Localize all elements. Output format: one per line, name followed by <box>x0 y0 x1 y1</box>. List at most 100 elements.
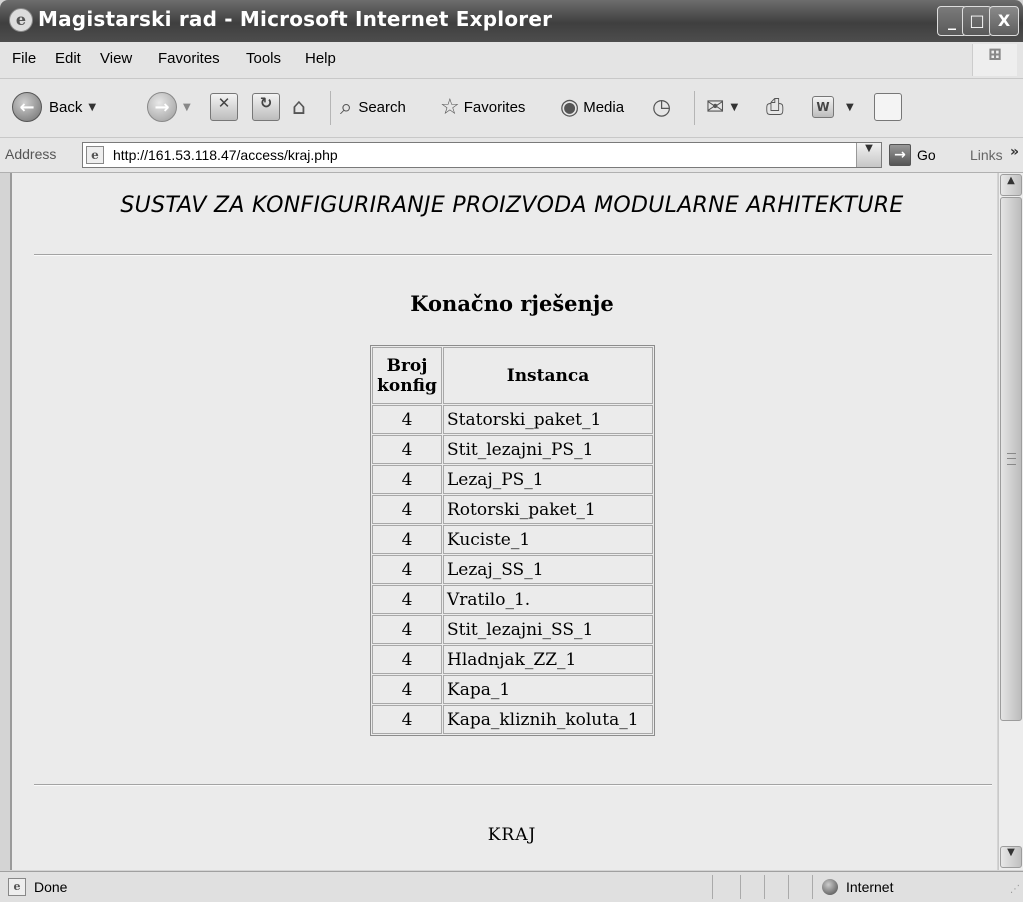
instanca-cell: Statorski_paket_1 <box>443 405 653 434</box>
refresh-icon: ↻ <box>252 93 280 121</box>
forward-arrow-icon: → <box>147 92 177 122</box>
search-button[interactable]: ⌕ Search <box>340 88 406 126</box>
history-icon: ◷ <box>652 94 672 120</box>
column-header-instanca: Instanca <box>443 347 653 404</box>
menu-favorites[interactable]: Favorites <box>158 50 220 67</box>
results-table: Broj konfig Instanca 4 Statorski_paket_1 4 S… <box>370 345 655 736</box>
security-zone: Internet <box>822 879 893 895</box>
scroll-up-icon[interactable]: ▲ <box>1000 174 1022 196</box>
instanca-cell: Vratilo_1. <box>443 585 653 614</box>
instanca-cell: Lezaj_SS_1 <box>443 555 653 584</box>
vertical-scrollbar[interactable]: ▲ ▼ <box>998 173 1023 870</box>
links-toolbar[interactable]: Links <box>970 147 1003 163</box>
back-dropdown-icon[interactable]: ▼ <box>88 102 96 113</box>
stop-button[interactable]: ✕ <box>210 88 238 126</box>
globe-icon <box>822 879 838 895</box>
back-arrow-icon: ← <box>12 92 42 122</box>
address-url[interactable]: http://161.53.118.47/access/kraj.php <box>113 147 338 163</box>
home-icon: ⌂ <box>292 94 306 120</box>
browser-window: e Magistarski rad - Microsoft Internet E… <box>0 0 1023 902</box>
table-row: 4 Hladnjak_ZZ_1 <box>372 645 653 674</box>
back-button[interactable]: ← Back ▼ <box>12 88 96 126</box>
edit-dropdown-icon[interactable]: ▼ <box>846 102 854 113</box>
table-row: 4 Stit_lezajni_SS_1 <box>372 615 653 644</box>
menu-file[interactable]: File <box>12 50 36 67</box>
search-label: Search <box>358 98 406 116</box>
instanca-cell: Stit_lezajni_SS_1 <box>443 615 653 644</box>
history-button[interactable]: ◷ <box>652 88 671 126</box>
mail-button[interactable]: ✉ ▼ <box>706 88 738 126</box>
links-chevron-icon[interactable]: » <box>1010 144 1019 160</box>
windows-flag-icon: ⊞ <box>972 44 1017 76</box>
mail-dropdown-icon[interactable]: ▼ <box>730 102 738 113</box>
forward-dropdown-icon[interactable]: ▼ <box>183 102 191 113</box>
horizontal-rule <box>34 254 992 256</box>
table-row: 4 Stit_lezajni_PS_1 <box>372 435 653 464</box>
address-input[interactable]: e http://161.53.118.47/access/kraj.php ▼ <box>82 142 882 168</box>
table-row: 4 Lezaj_PS_1 <box>372 465 653 494</box>
broj-konfig-cell: 4 <box>372 555 442 584</box>
status-pane-divider <box>812 875 813 899</box>
media-button[interactable]: ◉ Media <box>560 88 624 126</box>
menu-edit[interactable]: Edit <box>55 50 81 67</box>
go-button[interactable]: → Go <box>889 142 936 168</box>
home-button[interactable]: ⌂ <box>292 88 306 126</box>
favorites-label: Favorites <box>463 98 526 116</box>
column-header-broj: Broj konfig <box>372 347 442 404</box>
table-row: 4 Kuciste_1 <box>372 525 653 554</box>
menu-bar: File Edit View Favorites Tools Help ⊞ <box>0 42 1023 79</box>
address-dropdown-icon[interactable]: ▼ <box>856 143 881 167</box>
go-arrow-icon: → <box>889 144 911 166</box>
menu-view[interactable]: View <box>100 50 132 67</box>
grip-icon <box>1007 453 1016 465</box>
address-label: Address <box>5 146 57 162</box>
menu-tools[interactable]: Tools <box>246 50 281 67</box>
edit-button[interactable]: W ▼ <box>812 88 854 126</box>
star-icon: ☆ <box>440 94 460 120</box>
forward-button[interactable]: → ▼ <box>147 88 191 126</box>
mail-icon: ✉ <box>706 94 725 120</box>
status-pane-divider <box>712 875 713 899</box>
scroll-down-icon[interactable]: ▼ <box>1000 846 1022 868</box>
maximize-button[interactable]: □ <box>962 6 992 36</box>
favorites-button[interactable]: ☆ Favorites <box>440 88 525 126</box>
table-row: 4 Statorski_paket_1 <box>372 405 653 434</box>
stop-icon: ✕ <box>210 93 238 121</box>
instanca-cell: Kuciste_1 <box>443 525 653 554</box>
print-button[interactable]: ⎙ <box>766 88 784 126</box>
broj-konfig-cell: 4 <box>372 465 442 494</box>
menu-help[interactable]: Help <box>305 50 336 67</box>
address-bar: Address e http://161.53.118.47/access/kr… <box>0 138 1023 173</box>
broj-konfig-cell: 4 <box>372 705 442 734</box>
page-icon: e <box>86 146 104 164</box>
status-pane-divider <box>740 875 741 899</box>
discuss-button[interactable] <box>874 88 902 126</box>
broj-konfig-cell: 4 <box>372 645 442 674</box>
status-pane-divider <box>764 875 765 899</box>
page-heading: SUSTAV ZA KONFIGURIRANJE PROIZVODA MODUL… <box>120 193 904 218</box>
back-label: Back <box>49 98 83 116</box>
broj-konfig-cell: 4 <box>372 435 442 464</box>
toolbar-separator <box>330 91 331 125</box>
page-done-icon: e <box>8 878 26 896</box>
media-label: Media <box>583 98 625 116</box>
close-button[interactable]: X <box>989 6 1019 36</box>
instanca-cell: Hladnjak_ZZ_1 <box>443 645 653 674</box>
broj-konfig-cell: 4 <box>372 405 442 434</box>
instanca-cell: Kapa_kliznih_koluta_1 <box>443 705 653 734</box>
printer-icon: ⎙ <box>766 94 784 120</box>
window-title: Magistarski rad - Microsoft Internet Exp… <box>38 7 553 31</box>
broj-konfig-cell: 4 <box>372 585 442 614</box>
resize-grip-icon[interactable]: ⋰ <box>1010 884 1020 895</box>
media-icon: ◉ <box>560 94 580 120</box>
scroll-thumb[interactable] <box>1000 197 1022 721</box>
discuss-icon <box>874 93 902 121</box>
broj-konfig-cell: 4 <box>372 675 442 704</box>
page-content: SUSTAV ZA KONFIGURIRANJE PROIZVODA MODUL… <box>10 173 997 870</box>
refresh-button[interactable]: ↻ <box>252 88 280 126</box>
toolbar: ← Back ▼ → ▼ ✕ ↻ ⌂ ⌕ Search ☆ Favorites … <box>0 79 1023 138</box>
search-icon: ⌕ <box>340 94 353 120</box>
table-header-row: Broj konfig Instanca <box>372 347 653 404</box>
toolbar-separator <box>694 91 695 125</box>
kraj-link[interactable]: KRAJ <box>12 825 997 845</box>
